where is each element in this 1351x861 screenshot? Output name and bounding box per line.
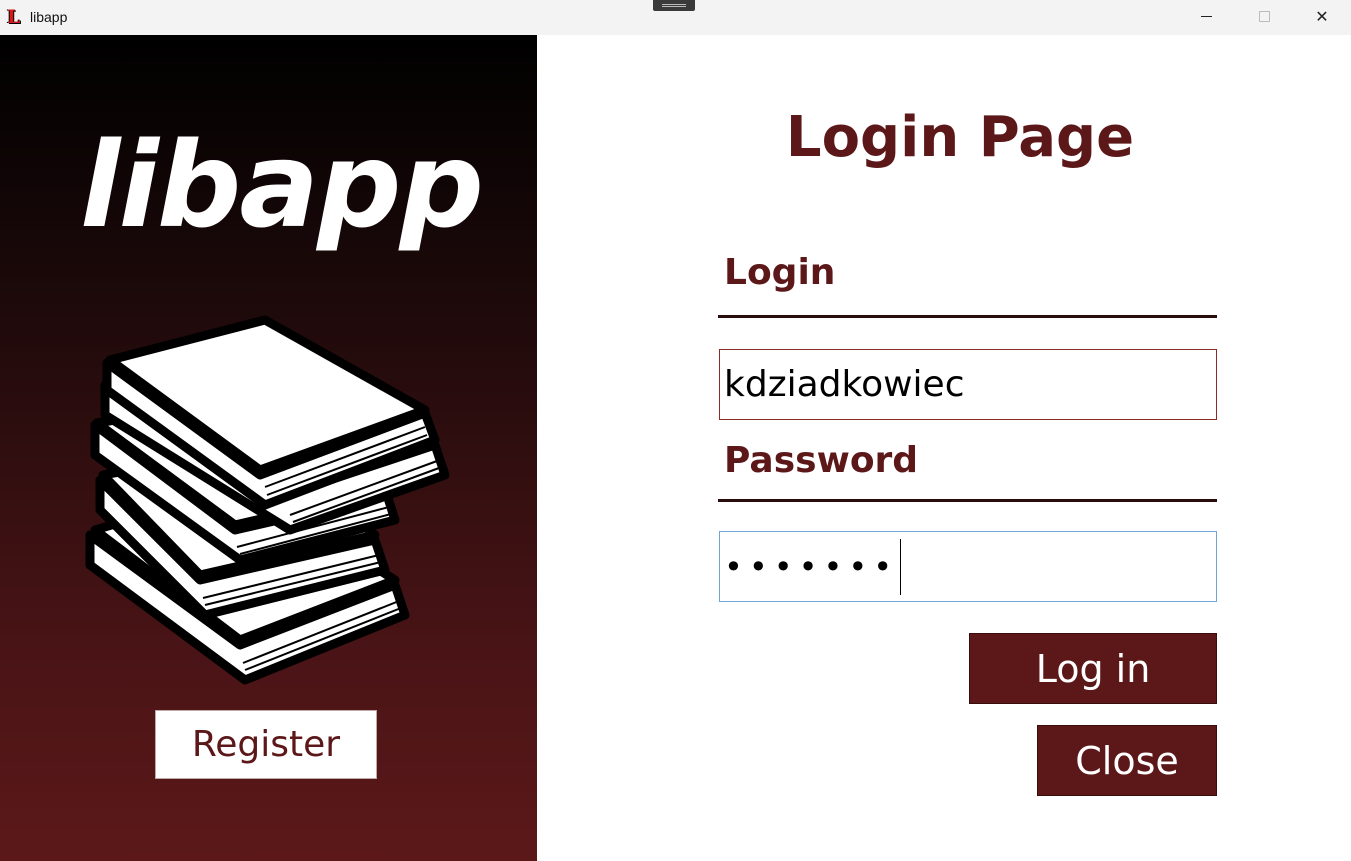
minimize-button[interactable] (1177, 0, 1235, 32)
branding-panel: libapp Register (0, 35, 537, 861)
close-button[interactable]: Close (1037, 725, 1217, 796)
libapp-logo-icon: L (7, 6, 21, 28)
maximize-button[interactable] (1235, 0, 1293, 32)
title-bar: L libapp ✕ (0, 0, 1351, 35)
password-input[interactable]: ••••••• (719, 531, 1217, 602)
login-label: Login (724, 252, 836, 293)
brand-logo-text: libapp (80, 116, 484, 254)
password-input-value: ••••••• (724, 547, 899, 586)
log-in-button[interactable]: Log in (969, 633, 1217, 704)
page-title: Login Page (785, 105, 1135, 170)
minimize-icon (1200, 15, 1212, 17)
password-label: Password (724, 440, 919, 481)
text-caret (900, 538, 902, 595)
window-close-button[interactable]: ✕ (1293, 0, 1351, 32)
maximize-icon (1258, 10, 1270, 22)
close-icon: ✕ (1315, 6, 1329, 26)
book-stack-icon (85, 315, 450, 685)
password-divider (718, 499, 1217, 502)
login-input-value: kdziadkowiec (724, 364, 965, 405)
snap-layout-handle[interactable] (653, 0, 695, 11)
login-divider (718, 315, 1217, 318)
login-input[interactable]: kdziadkowiec (719, 349, 1217, 420)
window-title: libapp (30, 9, 68, 25)
register-button[interactable]: Register (155, 710, 377, 779)
